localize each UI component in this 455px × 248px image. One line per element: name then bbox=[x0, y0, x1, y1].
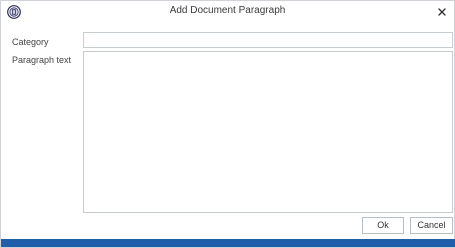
paragraph-text-input[interactable] bbox=[83, 51, 453, 213]
cancel-button[interactable]: Cancel bbox=[410, 217, 453, 234]
category-input[interactable] bbox=[83, 32, 453, 48]
ok-button[interactable]: Ok bbox=[362, 217, 404, 234]
ok-button-label: Ok bbox=[377, 220, 389, 230]
category-label: Category bbox=[12, 37, 49, 47]
close-icon[interactable] bbox=[436, 5, 448, 17]
cancel-button-label: Cancel bbox=[417, 220, 446, 230]
status-bar bbox=[1, 239, 455, 247]
title-bar: Add Document Paragraph bbox=[1, 1, 454, 23]
dialog-title: Add Document Paragraph bbox=[169, 5, 286, 16]
paragraph-text-label: Paragraph text bbox=[12, 55, 72, 65]
dialog-window: Add Document Paragraph Category Paragrap… bbox=[0, 0, 455, 248]
